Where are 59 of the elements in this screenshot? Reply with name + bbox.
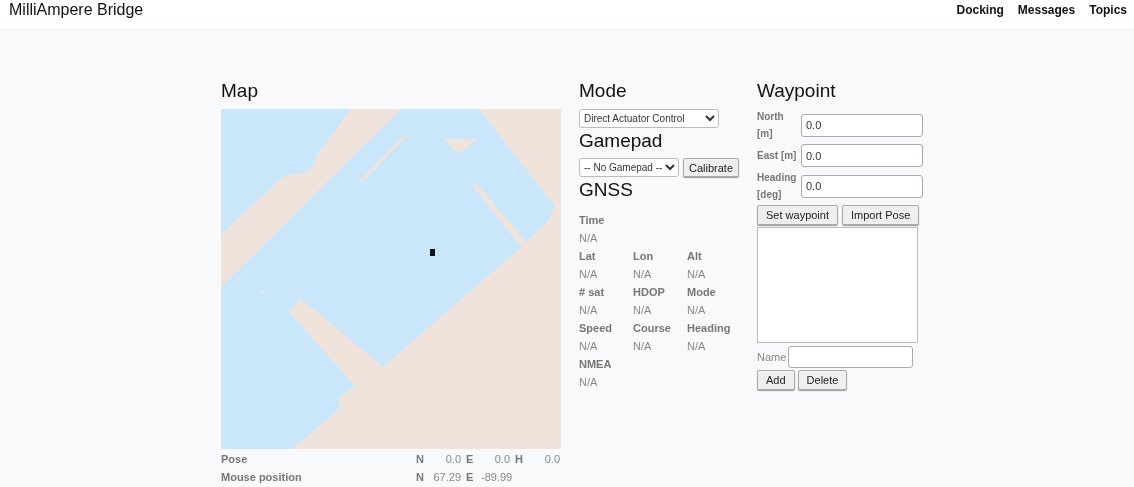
section-heading: Waypoint bbox=[757, 80, 837, 102]
coordinate-value: 0.0 bbox=[543, 452, 560, 467]
field-label: North [m] bbox=[757, 110, 785, 141]
axis-label: H bbox=[514, 452, 524, 467]
nav-link[interactable]: Messages bbox=[1017, 2, 1076, 17]
field-label: HDOP bbox=[633, 285, 666, 300]
field-label: Course bbox=[633, 321, 672, 336]
field-label: Mode bbox=[687, 285, 717, 300]
field-label: NMEA bbox=[579, 357, 613, 372]
section-heading: Map bbox=[221, 80, 259, 102]
field-value: N/A bbox=[579, 267, 599, 282]
coordinate-value: 67.29 bbox=[432, 470, 461, 485]
field-label: Lon bbox=[633, 249, 655, 264]
field-value: N/A bbox=[687, 339, 707, 354]
axis-label: N bbox=[416, 452, 425, 467]
field-label: Speed bbox=[579, 321, 613, 336]
field-label: Time bbox=[579, 213, 606, 228]
section-heading: Gamepad bbox=[579, 130, 664, 152]
field-value: N/A bbox=[579, 303, 599, 318]
field-value: N/A bbox=[687, 267, 707, 282]
mode-dropdown[interactable]: Direct Actuator Control bbox=[579, 109, 719, 128]
nav-link[interactable]: Docking bbox=[956, 2, 1004, 17]
field-value: N/A bbox=[633, 267, 653, 282]
field-label: Lat bbox=[579, 249, 597, 264]
axis-label: N bbox=[416, 470, 425, 485]
nav-link[interactable]: Topics bbox=[1089, 2, 1127, 17]
axis-label: E bbox=[465, 470, 475, 485]
field-value: N/A bbox=[687, 303, 707, 318]
import-pose-button[interactable]: Import Pose bbox=[842, 205, 920, 225]
coordinate-value: 0.0 bbox=[493, 452, 510, 467]
waypoint-list[interactable] bbox=[757, 227, 918, 343]
calibrate-button[interactable]: Calibrate bbox=[683, 158, 740, 177]
coordinate-value: -89.99 bbox=[481, 470, 510, 485]
gamepad-dropdown[interactable]: -- No Gamepad -- bbox=[579, 158, 679, 177]
add-button[interactable]: Add bbox=[757, 370, 795, 390]
field-label: Heading bbox=[687, 321, 732, 336]
section-heading: Mode bbox=[579, 80, 628, 102]
field-value: N/A bbox=[579, 375, 599, 390]
input-field[interactable]: 0.0 bbox=[801, 174, 923, 198]
input-field[interactable]: 0.0 bbox=[801, 144, 923, 167]
field-label: Heading [deg] bbox=[757, 171, 798, 202]
field-value: N/A bbox=[633, 339, 653, 354]
field-value: N/A bbox=[633, 303, 653, 318]
input-field[interactable]: 0.0 bbox=[801, 113, 923, 137]
field-label: East [m] bbox=[757, 149, 798, 163]
axis-label: E bbox=[465, 452, 475, 467]
row-label: Pose bbox=[221, 452, 249, 467]
row-label: Mouse position bbox=[221, 470, 303, 485]
delete-button[interactable]: Delete bbox=[797, 370, 848, 390]
field-value: N/A bbox=[579, 339, 599, 354]
section-heading: GNSS bbox=[579, 179, 634, 201]
set-waypoint-button[interactable]: Set waypoint bbox=[757, 205, 838, 225]
field-value: N/A bbox=[579, 231, 599, 246]
field-label: Alt bbox=[687, 249, 703, 264]
coordinate-value: 0.0 bbox=[444, 452, 461, 467]
name-field[interactable] bbox=[788, 346, 914, 368]
app-title: MilliAmpere Bridge bbox=[9, 0, 145, 19]
field-label: Name bbox=[757, 351, 787, 363]
field-label: # sat bbox=[579, 285, 606, 300]
